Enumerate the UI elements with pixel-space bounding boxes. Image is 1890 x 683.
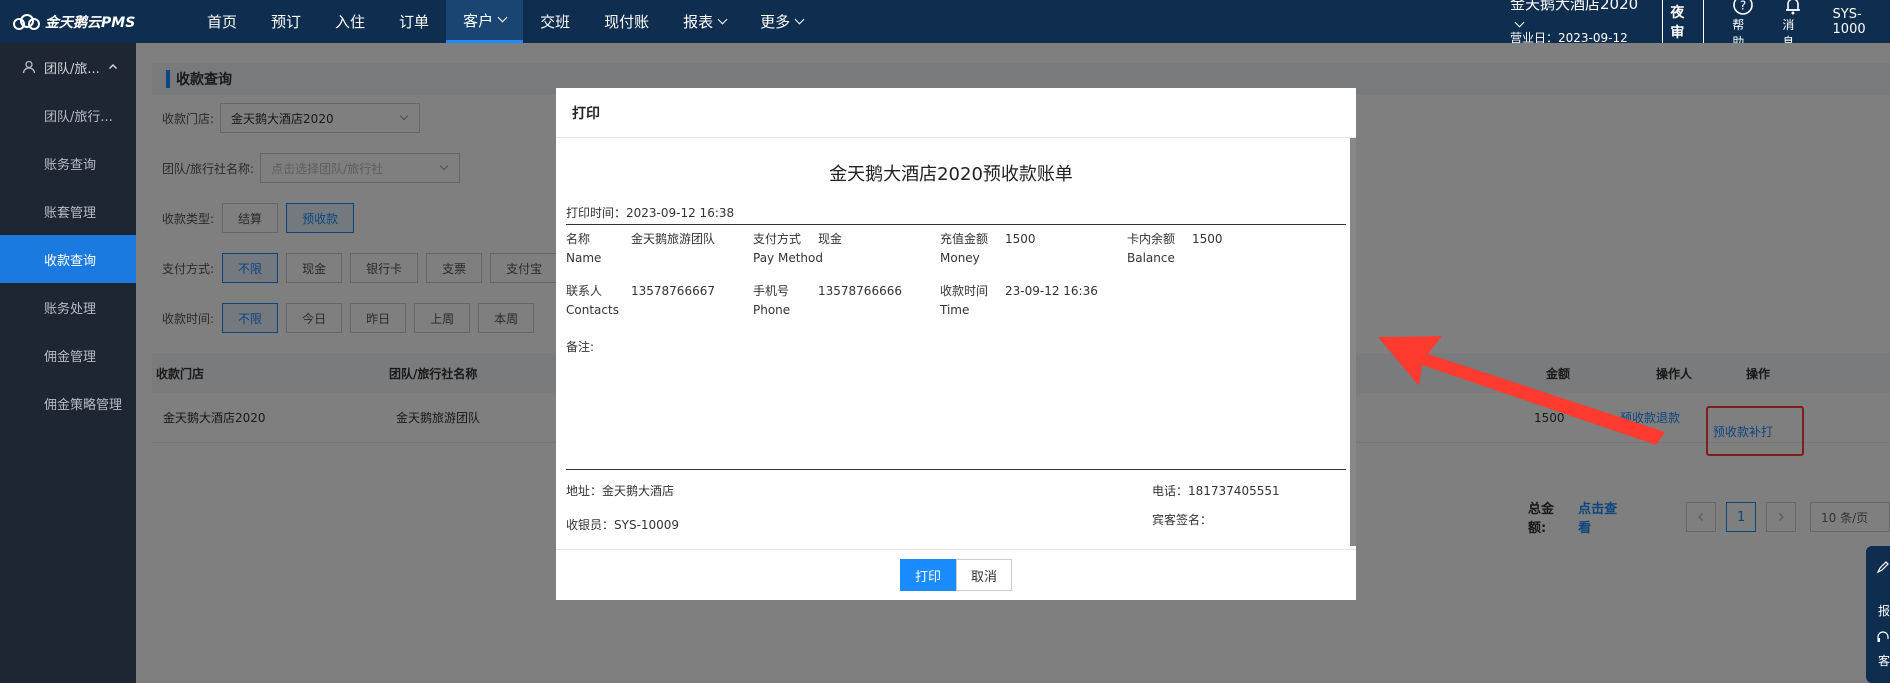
nav-cash-account[interactable]: 现付账 [587,0,666,43]
sidebar-item-agencies[interactable]: 团队/旅行... [0,91,136,139]
sidebar-item-account-query[interactable]: 账务查询 [0,139,136,187]
nav-booking-label: 预订 [271,13,302,31]
chevron-down-icon [497,12,508,23]
nav-orders-label: 订单 [399,13,430,31]
hotel-name: 金天鹅大酒店2020 [1510,0,1639,13]
chevron-down-icon [717,14,728,24]
nav-customers-label: 客户 [463,11,494,30]
sidebar-item-account-processing[interactable]: 账务处理 [0,283,136,331]
nav-reports[interactable]: 报表 [666,0,743,43]
dialog-footer: 打印 取消 [556,549,1356,600]
field-time-label-en: Time [940,303,970,317]
nav-checkin[interactable]: 入住 [318,0,382,43]
nav-home[interactable]: 首页 [190,0,254,43]
field-time-value: 23-09-12 16:36 [1005,284,1098,298]
field-remark: 备注: [566,340,595,354]
field-phone-value: 13578766666 [818,284,902,298]
nav-right: 金天鹅大酒店2020 营业日：2023-09-12 夜审 ? 帮助 消息 SYS… [1510,0,1890,49]
sidebar: 团队/旅... 团队/旅行... 账务查询 账套管理 收款查询 账务处理 佣金管… [0,43,136,683]
field-name-value: 金天鹅旅游团队 [631,232,716,246]
print-preview[interactable]: 金天鹅大酒店2020预收款账单 打印时间：2023-09-12 16:38 名称… [556,138,1356,549]
guest-signature: 宾客签名： [1152,513,1213,527]
sidebar-item-commission[interactable]: 佣金管理 [0,331,136,379]
divider-bottom [566,469,1346,470]
logo-text: 金天鹅云PMS [45,14,136,31]
field-phone: 手机号 Phone 13578766666 [753,282,902,320]
headset-icon [1876,630,1890,647]
chevron-down-icon [1514,17,1525,28]
sidebar-group-header[interactable]: 团队/旅... [0,43,136,91]
field-time: 收款时间 Time 23-09-12 16:36 [940,282,1098,320]
bell-icon [1786,0,1801,14]
hotel-phone: 电话：181737405551 [1152,484,1280,498]
field-pay-method: 支付方式 Pay Method 现金 [753,230,842,268]
bill-title: 金天鹅大酒店2020预收款账单 [829,164,1073,185]
float-toolbar[interactable]: 报 客 [1866,546,1890,683]
field-time-label: 收款时间 [940,284,989,298]
divider-top [566,224,1346,225]
field-money-value: 1500 [1005,232,1036,246]
field-money: 充值金额 Money 1500 [940,230,1036,268]
hotel-selector[interactable]: 金天鹅大酒店2020 营业日：2023-09-12 [1510,0,1640,47]
print-time: 打印时间：2023-09-12 16:38 [566,206,735,220]
nav-orders[interactable]: 订单 [382,0,446,43]
nav-booking[interactable]: 预订 [254,0,318,43]
sidebar-item-payment-query[interactable]: 收款查询 [0,235,136,283]
cloud-logo-icon [13,13,40,30]
sidebar-item-account-sets[interactable]: 账套管理 [0,187,136,235]
print-dialog: 打印 金天鹅大酒店2020预收款账单 打印时间：2023-09-12 16:38… [556,88,1356,600]
cashier: 收银员：SYS-10009 [566,518,680,532]
chevron-down-icon [794,14,805,24]
float-label-report: 报 [1878,604,1890,618]
dialog-title: 打印 [556,88,1356,138]
print-button[interactable]: 打印 [900,559,956,591]
field-pay-method-label: 支付方式 [753,232,802,246]
field-money-label: 充值金额 [940,232,989,246]
field-balance-label: 卡内余额 [1127,232,1176,246]
svg-text:?: ? [1740,0,1746,12]
field-contacts-label: 联系人 [566,284,603,298]
nav-checkin-label: 入住 [335,13,366,31]
field-balance-value: 1500 [1192,232,1223,246]
app-logo[interactable]: 金天鹅云PMS [0,12,190,32]
sidebar-group-label: 团队/旅... [44,61,100,77]
night-audit-button[interactable]: 夜审 [1662,0,1705,46]
field-pay-method-label-en: Pay Method [753,251,823,265]
nav-shift-label: 交班 [540,13,571,31]
top-nav: 金天鹅云PMS 首页 预订 入住 订单 客户 交班 现付账 报表 更多 金天鹅大… [0,0,1890,49]
field-money-label-en: Money [940,251,980,265]
nav-more-label: 更多 [760,13,791,31]
nav-more[interactable]: 更多 [743,0,820,43]
nav-shift[interactable]: 交班 [523,0,587,43]
field-name-label-en: Name [566,251,602,265]
hotel-address: 地址：金天鹅大酒店 [566,484,675,498]
preview-scrollbar[interactable] [1350,138,1356,546]
field-contacts-label-en: Contacts [566,303,619,317]
field-balance-label-en: Balance [1127,251,1175,265]
float-edit-icon [1876,560,1890,577]
field-phone-label-en: Phone [753,303,791,317]
chevron-up-icon [108,63,117,70]
cancel-button[interactable]: 取消 [956,559,1012,591]
nav-home-label: 首页 [207,13,238,31]
sidebar-item-commission-strategy[interactable]: 佣金策略管理 [0,379,136,427]
nav-customers[interactable]: 客户 [446,0,524,43]
field-phone-label: 手机号 [753,284,790,298]
float-label-service: 客 [1878,654,1890,668]
field-balance: 卡内余额 Balance 1500 [1127,230,1223,268]
nav-reports-label: 报表 [683,13,714,31]
field-contacts-value: 13578766667 [631,284,715,298]
field-name-label: 名称 [566,232,591,246]
user-icon [22,60,36,74]
nav-cash-account-label: 现付账 [604,13,650,31]
user-menu[interactable]: SYS-1000 [1833,7,1890,37]
help-icon: ? [1733,0,1754,15]
main-menu: 首页 预订 入住 订单 客户 交班 现付账 报表 更多 [190,0,820,43]
field-name: 名称 Name 金天鹅旅游团队 [566,230,715,268]
field-contacts: 联系人 Contacts 13578766667 [566,282,715,320]
field-pay-method-value: 现金 [818,232,843,246]
